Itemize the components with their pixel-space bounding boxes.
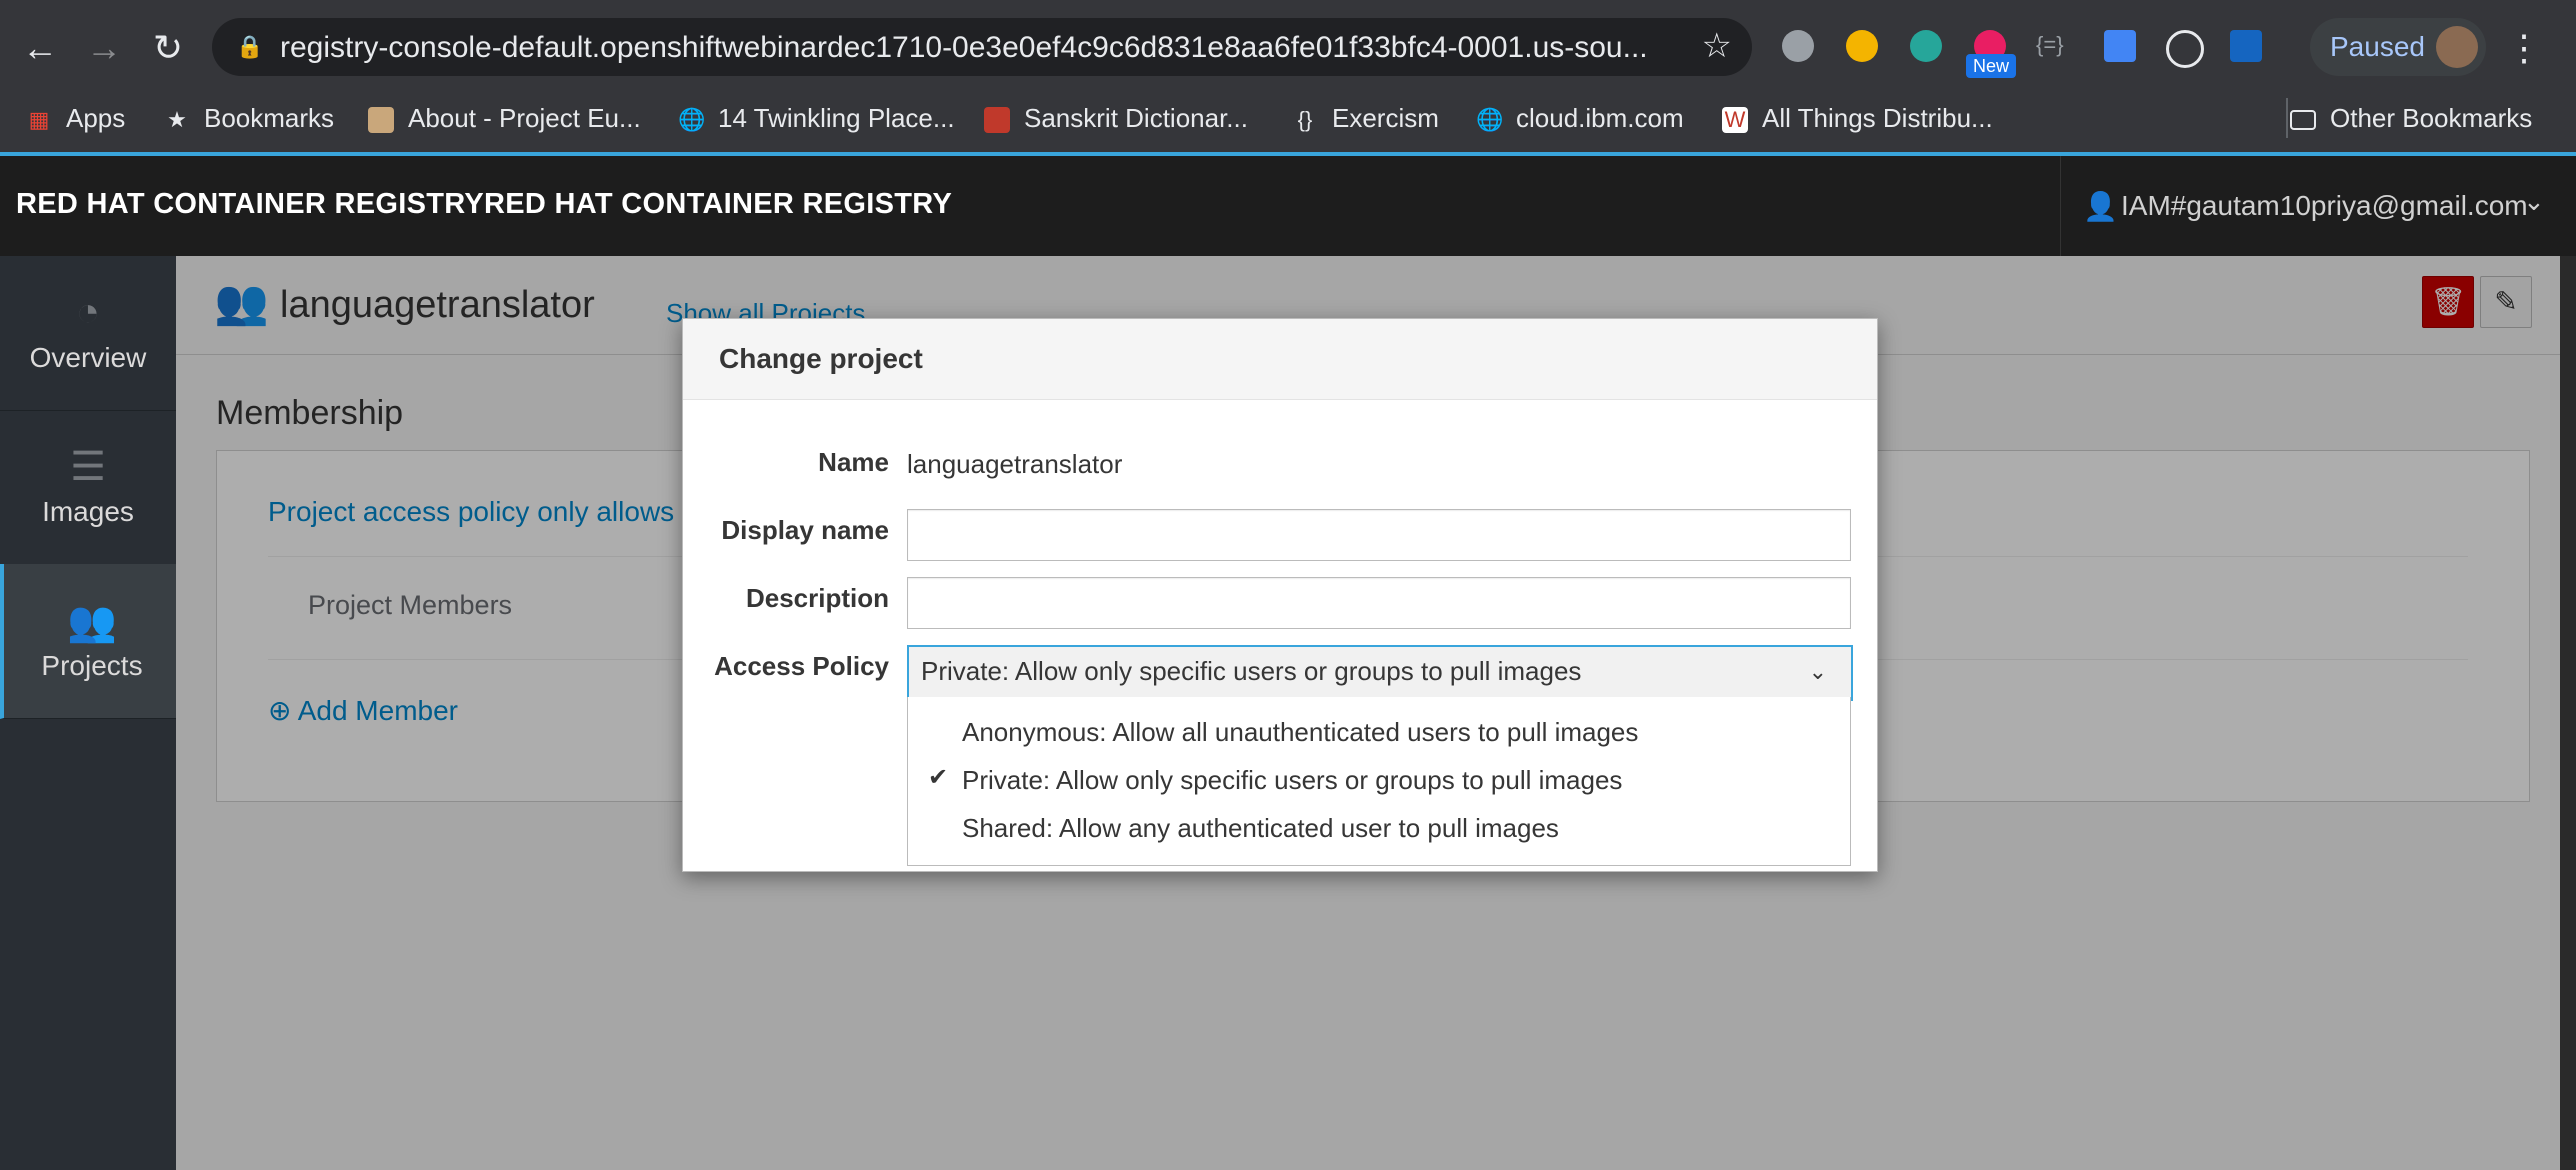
option-shared[interactable]: Shared: Allow any authenticated user to … [908, 803, 1848, 851]
back-icon[interactable]: ← [14, 22, 66, 74]
bookmark-exercism[interactable]: {} Exercism [1292, 96, 1439, 140]
globe-icon: 🌐 [678, 107, 706, 133]
access-policy-label: Access Policy [714, 651, 889, 681]
dialog-title: Change project [719, 343, 923, 374]
forward-icon[interactable]: → [78, 22, 130, 74]
bookmark-star-icon[interactable]: ☆ [1702, 26, 1732, 66]
exercism-icon: {} [1297, 107, 1313, 133]
all-things-distributed-icon: W [1722, 107, 1748, 134]
name-label: Name [818, 447, 889, 477]
sanskrit-dictionary-icon [984, 107, 1010, 134]
access-policy-menu: Anonymous: Allow all unauthenticated use… [907, 697, 1851, 866]
sidebar-item-images[interactable]: ☰ Images [0, 410, 176, 565]
star-icon: ★ [167, 107, 187, 133]
bookmarks-divider [2286, 98, 2288, 138]
extension-icon[interactable] [1910, 30, 1942, 62]
option-label: Anonymous: Allow all unauthenticated use… [962, 717, 1639, 747]
bookmark-project-euler[interactable]: About - Project Eu... [368, 96, 641, 140]
bookmark-apps[interactable]: ▦ Apps [26, 96, 126, 140]
lock-icon: 🔒 [236, 34, 264, 59]
chevron-down-icon: ⌄ [1808, 659, 1827, 684]
address-bar[interactable]: 🔒 registry-console-default.openshiftwebi… [212, 18, 1752, 76]
display-name-field[interactable] [907, 509, 1851, 561]
bookmark-bookmarks[interactable]: ★ Bookmarks [164, 96, 334, 140]
bookmarks-bar: ▦ Apps ★ Bookmarks About - Project Eu... 🌐… [0, 92, 2576, 152]
dialog-header: Change project [683, 319, 1877, 400]
new-badge: New [1966, 54, 2016, 78]
dashboard-icon: ◔ [75, 290, 101, 334]
app-header: RED HAT CONTAINER REGISTRYRED HAT CONTAI… [0, 156, 2576, 256]
extension-icon[interactable] [1782, 30, 1814, 62]
scrollbar[interactable] [2560, 256, 2576, 1170]
option-label: Private: Allow only specific users or gr… [962, 765, 1623, 795]
browser-chrome: ← → ↻ 🔒 registry-console-default.openshi… [0, 0, 2576, 152]
option-private[interactable]: ✔ Private: Allow only specific users or … [908, 755, 1848, 803]
layers-icon: ☰ [70, 445, 106, 489]
sidebar-item-overview[interactable]: ◔ Overview [0, 256, 176, 411]
access-policy-selected: Private: Allow only specific users or gr… [921, 656, 1582, 686]
user-icon: 👤 [2083, 191, 2118, 222]
sidebar: ◔ Overview ☰ Images 👥 Projects [0, 256, 180, 1170]
name-value: languagetranslator [907, 449, 1123, 479]
bookmark-sanskrit-dictionary[interactable]: Sanskrit Dictionar... [984, 96, 1248, 140]
display-name-label: Display name [721, 515, 889, 545]
bookmark-twinkling-place[interactable]: 🌐 14 Twinkling Place... [678, 96, 955, 140]
sidebar-item-label: Overview [29, 342, 147, 373]
extension-icon[interactable]: {=} [2036, 32, 2064, 58]
extension-icon[interactable] [2230, 30, 2262, 62]
bookmark-cloud-ibm[interactable]: 🌐 cloud.ibm.com [1476, 96, 1684, 140]
browser-toolbar: ← → ↻ 🔒 registry-console-default.openshi… [0, 0, 2576, 96]
access-policy-select[interactable]: Private: Allow only specific users or gr… [907, 645, 1853, 701]
sidebar-item-label: Projects [41, 650, 143, 681]
checkmark-icon: ✔ [928, 764, 949, 791]
other-bookmarks[interactable]: Other Bookmarks [2290, 96, 2532, 140]
user-name: IAM#gautam10priya@gmail.com [2121, 190, 2528, 221]
sidebar-item-projects[interactable]: 👥 Projects [0, 564, 180, 719]
bookmark-all-things-distributed[interactable]: W All Things Distribu... [1722, 96, 1993, 140]
browser-menu-icon[interactable]: ⋮ [2506, 26, 2542, 70]
users-icon: 👥 [67, 600, 117, 644]
change-project-dialog: Change project Name languagetranslator D… [682, 318, 1878, 872]
sidebar-item-label: Images [42, 496, 134, 527]
address-bar-url[interactable]: registry-console-default.openshiftwebina… [280, 31, 1648, 65]
project-euler-icon [368, 107, 394, 134]
avatar [2436, 26, 2478, 68]
user-menu[interactable]: 👤 IAM#gautam10priya@gmail.com ⌄ [2060, 156, 2561, 256]
folder-icon [2290, 110, 2316, 131]
option-anonymous[interactable]: Anonymous: Allow all unauthenticated use… [908, 707, 1848, 755]
description-field[interactable] [907, 577, 1851, 629]
extension-icon[interactable] [2104, 30, 2136, 62]
extension-icon[interactable] [1846, 30, 1878, 62]
option-label: Shared: Allow any authenticated user to … [962, 813, 1559, 843]
description-label: Description [745, 583, 889, 613]
apps-grid-icon: ▦ [28, 107, 50, 133]
extension-icon[interactable] [2166, 30, 2204, 68]
chevron-down-icon: ⌄ [2523, 186, 2545, 216]
profile-button[interactable]: Paused [2310, 18, 2486, 76]
app-brand: RED HAT CONTAINER REGISTRYRED HAT CONTAI… [16, 188, 953, 220]
globe-icon: 🌐 [1476, 107, 1504, 133]
reload-icon[interactable]: ↻ [142, 22, 194, 74]
profile-status: Paused [2330, 31, 2425, 62]
